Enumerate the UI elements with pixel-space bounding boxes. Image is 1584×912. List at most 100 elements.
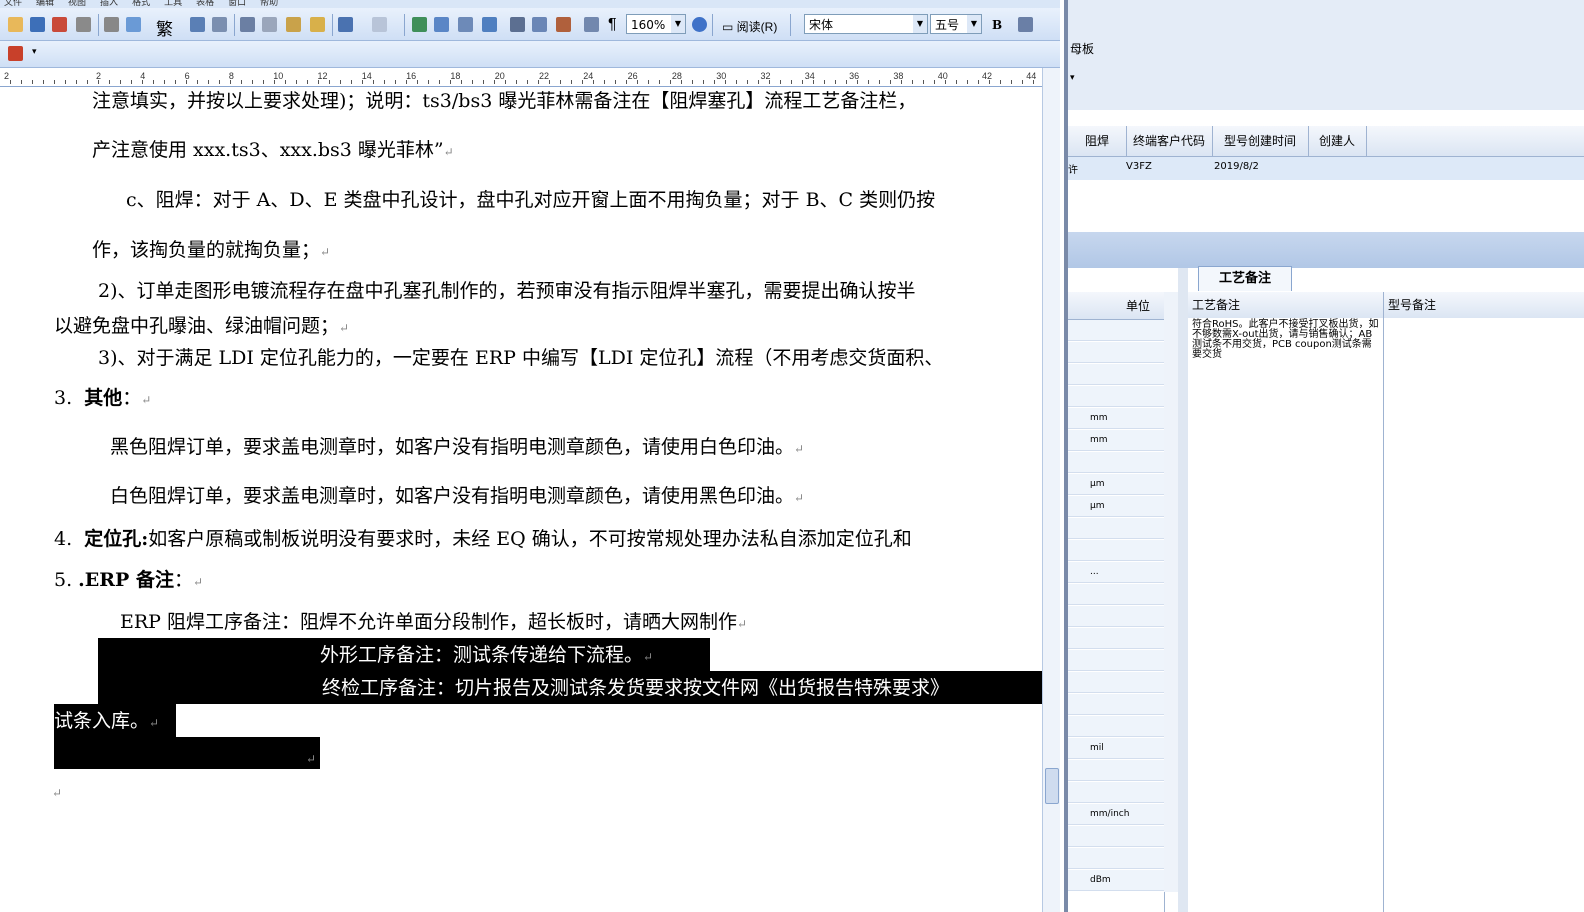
ruler-number: 20 xyxy=(494,71,505,81)
tables-borders-icon[interactable] xyxy=(434,17,449,32)
cut-icon[interactable] xyxy=(240,17,255,32)
unit-row[interactable] xyxy=(1068,716,1164,737)
col-created-time[interactable]: 型号创建时间 xyxy=(1212,126,1309,156)
unit-row[interactable]: mm/inch xyxy=(1068,804,1164,825)
unit-row[interactable] xyxy=(1068,826,1164,847)
col-end-customer-code[interactable]: 终端客户代码 xyxy=(1126,126,1213,156)
insert-table-icon[interactable] xyxy=(458,17,473,32)
doc-line: 黑色阻焊订单，要求盖电测章时，如客户没有指明电测章颜色，请使用白色印油。↵ xyxy=(110,436,805,458)
unit-row[interactable] xyxy=(1068,848,1164,869)
ruler-tick xyxy=(1022,80,1023,84)
traditional-chinese-button[interactable]: 繁 xyxy=(156,15,173,40)
ruler-tick xyxy=(978,80,979,84)
acrobat-pdf-icon[interactable] xyxy=(8,46,23,61)
document-map-icon[interactable] xyxy=(556,17,571,32)
chevron-down-icon[interactable]: ▾ xyxy=(1070,72,1075,83)
reading-mode-button[interactable]: ▭ 阅读(R) xyxy=(722,18,777,35)
help-icon[interactable] xyxy=(692,17,707,32)
col-creator[interactable]: 创建人 xyxy=(1308,126,1367,156)
table-row[interactable]: 许 V3FZ 2019/8/2 xyxy=(1068,157,1584,180)
bold-button[interactable]: B xyxy=(992,18,1002,32)
selected-line: 试条入库。↵ xyxy=(54,710,160,732)
show-hide-icon[interactable] xyxy=(584,17,599,32)
unit-row[interactable] xyxy=(1068,386,1164,407)
drawing-icon[interactable] xyxy=(532,17,547,32)
ruler-tick xyxy=(923,80,924,84)
research-icon[interactable] xyxy=(190,17,205,32)
unit-scrollbar[interactable] xyxy=(1164,292,1179,892)
vertical-scrollbar[interactable] xyxy=(1042,68,1060,912)
panel-splitter[interactable] xyxy=(1178,268,1188,912)
unit-row[interactable]: μm xyxy=(1068,474,1164,495)
show-formatting-icon[interactable]: ¶ xyxy=(608,16,617,34)
toolbar-options-icon[interactable]: ▾ xyxy=(32,46,37,57)
unit-row[interactable]: mil xyxy=(1068,738,1164,759)
unit-row[interactable] xyxy=(1068,694,1164,715)
ruler-tick xyxy=(98,80,99,84)
open-icon[interactable] xyxy=(8,17,23,32)
print-preview-icon[interactable] xyxy=(104,17,119,32)
model-notes-text[interactable] xyxy=(1384,318,1584,912)
document-page[interactable]: 注意填实，并按以上要求处理)；说明：ts3/bs3 曝光菲林需备注在【阻焊塞孔】… xyxy=(0,87,1042,912)
print-icon[interactable] xyxy=(76,17,91,32)
model-notes-header[interactable]: 型号备注 xyxy=(1384,292,1584,318)
unit-row[interactable] xyxy=(1068,452,1164,473)
format-painter-icon[interactable] xyxy=(310,17,325,32)
spelling-icon[interactable] xyxy=(126,17,141,32)
unit-row[interactable]: mm xyxy=(1068,408,1164,429)
translate-icon[interactable] xyxy=(212,17,227,32)
unit-row[interactable]: mm xyxy=(1068,430,1164,451)
undo-icon[interactable] xyxy=(338,17,353,32)
ruler-tick xyxy=(725,80,726,84)
save-icon[interactable] xyxy=(30,17,45,32)
unit-row[interactable] xyxy=(1068,584,1164,605)
unit-row[interactable] xyxy=(1068,650,1164,671)
font-size-select[interactable]: 五号 ▼ xyxy=(930,14,982,34)
unit-header[interactable]: 单位 xyxy=(1068,292,1164,320)
ruler-tick xyxy=(109,80,110,84)
insert-excel-icon[interactable] xyxy=(482,17,497,32)
horizontal-ruler[interactable]: 2 2 4 6 8 10 12 14 16 18 20 22 24 26 28 30 32 34 36 38 40 42 4… xyxy=(0,68,1060,87)
menu-bar[interactable]: 文件 编辑 视图 插入 格式 工具 表格 窗口 帮助 xyxy=(0,0,1060,8)
grid-header: 阻焊 终端客户代码 型号创建时间 创建人 xyxy=(1068,126,1584,157)
unit-row[interactable] xyxy=(1068,606,1164,627)
scrollbar-thumb[interactable] xyxy=(1045,768,1059,804)
paste-icon[interactable] xyxy=(286,17,301,32)
unit-row[interactable] xyxy=(1068,518,1164,539)
process-notes-text[interactable]: 符合RoHS。此客户不接受打叉板出货，如不够数需X-out出货，请与销售确认；A… xyxy=(1188,318,1384,912)
unit-row[interactable]: dBm xyxy=(1068,870,1164,891)
tab-process-notes[interactable]: 工艺备注 xyxy=(1198,266,1292,291)
hyperlink-icon[interactable] xyxy=(412,17,427,32)
empty-paragraph: ↵ xyxy=(52,786,63,800)
ruler-tick xyxy=(670,80,671,84)
ruler-tick xyxy=(637,80,638,84)
ruler-tick xyxy=(835,80,836,84)
copy-icon[interactable] xyxy=(262,17,277,32)
unit-row[interactable] xyxy=(1068,320,1164,341)
unit-row[interactable]: μm xyxy=(1068,496,1164,517)
unit-row[interactable] xyxy=(1068,672,1164,693)
unit-row[interactable]: ... xyxy=(1068,562,1164,583)
unit-row[interactable] xyxy=(1068,540,1164,561)
zoom-select[interactable]: 160% ▼ xyxy=(626,14,686,34)
font-name-select[interactable]: 宋体 ▼ xyxy=(804,14,928,34)
notes-header: 工艺备注 型号备注 xyxy=(1188,292,1584,319)
ruler-tick xyxy=(230,80,231,84)
permission-icon[interactable] xyxy=(52,17,67,32)
unit-row[interactable] xyxy=(1068,342,1164,363)
unit-row[interactable] xyxy=(1068,760,1164,781)
unit-column: 单位 mm mm μm μm... mil mm/inch dBm xyxy=(1068,292,1165,912)
unit-row[interactable] xyxy=(1068,364,1164,385)
ruler-tick xyxy=(824,80,825,84)
columns-icon[interactable] xyxy=(510,17,525,32)
ruler-tick xyxy=(615,80,616,84)
col-solder[interactable]: 阻焊 xyxy=(1068,126,1127,156)
ruler-tick xyxy=(10,80,11,84)
align-icon[interactable] xyxy=(1018,17,1033,32)
unit-row[interactable] xyxy=(1068,782,1164,803)
ruler-tick xyxy=(340,80,341,84)
redo-icon[interactable] xyxy=(372,17,387,32)
process-notes-header[interactable]: 工艺备注 xyxy=(1188,292,1384,318)
ruler-tick xyxy=(428,80,429,84)
unit-row[interactable] xyxy=(1068,628,1164,649)
